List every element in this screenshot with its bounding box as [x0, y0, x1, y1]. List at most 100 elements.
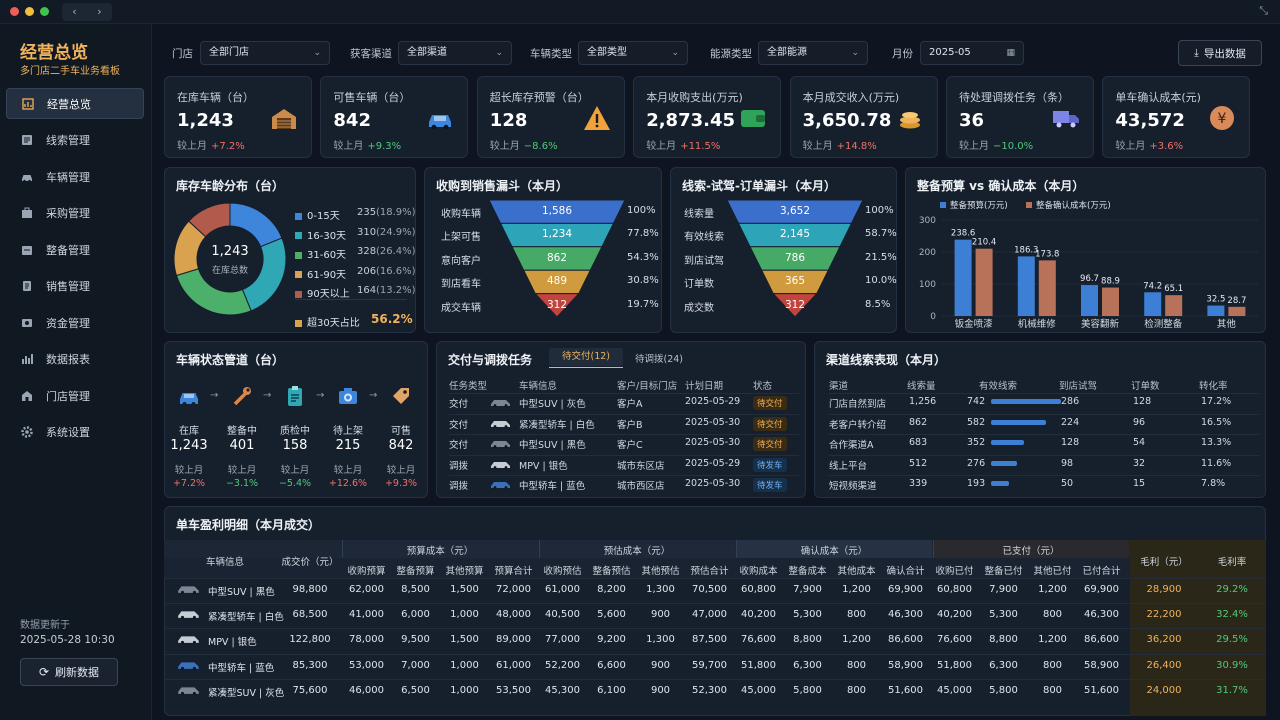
- bar-budget: [954, 239, 972, 316]
- table-cell: 800: [1042, 659, 1063, 671]
- funnel-stage-value: 312: [784, 298, 806, 311]
- forward-icon[interactable]: ›: [87, 3, 112, 21]
- dashboard-icon: [22, 97, 34, 110]
- chart-title: 整备预算 vs 确认成本（本月）: [917, 179, 1085, 193]
- sub-header: 预估合计: [690, 566, 729, 577]
- table-cell: 7,900: [989, 584, 1018, 595]
- kpi-card: 单车确认成本(元) 43,572 较上月 +3.6% ¥: [1102, 76, 1251, 158]
- finance-icon: [22, 318, 32, 327]
- sidebar-item-sales[interactable]: 销售管理: [6, 271, 144, 302]
- kpi-comparison: 较上月 +14.8%: [803, 137, 877, 152]
- window-titlebar: ‹ › ⤡: [0, 0, 1280, 24]
- sidebar-item-finance[interactable]: 资金管理: [6, 307, 144, 338]
- kpi-delta: +3.6%: [1149, 141, 1184, 152]
- kpi-delta: +9.3%: [367, 141, 402, 152]
- tab-pending-delivery[interactable]: 待交付(12): [549, 348, 623, 366]
- y-tick-label: 300: [919, 216, 936, 226]
- wrench-icon: [233, 387, 251, 406]
- legend-value: 164: [357, 285, 377, 296]
- kpi-delta: +7.2%: [211, 141, 245, 152]
- stage-delta: +7.2%: [172, 478, 206, 489]
- table-cell: 45,000: [741, 684, 776, 696]
- export-button[interactable]: ⤓ 导出数据: [1178, 40, 1262, 66]
- purchase-icon: [22, 207, 32, 218]
- table-cell: 86,600: [1084, 634, 1119, 646]
- table-cell: 52,200: [545, 659, 580, 671]
- table-cell: 中型SUV | 黑色: [519, 440, 586, 451]
- sidebar-item-purchase[interactable]: 采购管理: [6, 198, 144, 229]
- kpi-comparison: 较上月 −8.6%: [490, 137, 558, 152]
- x-tick-label: 美容翻新: [1081, 318, 1120, 330]
- table-cell: 1,000: [450, 659, 479, 671]
- status-badge-cell: 待发车: [753, 478, 787, 492]
- legend-value: 235: [357, 207, 377, 218]
- sidebar-item-store[interactable]: 门店管理: [6, 380, 144, 411]
- legend-label: 61-90天: [307, 269, 347, 281]
- energy-filter-select[interactable]: 全部能源 ⌄: [758, 41, 868, 65]
- channel-filter-select[interactable]: 全部渠道 ⌄: [398, 41, 512, 65]
- vehicle-name: 中型SUV | 黑色: [208, 587, 275, 598]
- bar-value-label: 96.7: [1080, 274, 1099, 284]
- bar-cost: [1165, 295, 1183, 316]
- legend-swatch: [295, 212, 302, 220]
- gross-margin: 30.9%: [1216, 659, 1248, 671]
- svg-text:¥: ¥: [1218, 111, 1227, 127]
- age-legend-item: 0-15天: [295, 207, 340, 222]
- sub-header: 整备预算: [396, 566, 435, 577]
- collapse-icon[interactable]: ⤡: [1259, 4, 1268, 18]
- legend-swatch: [295, 271, 302, 278]
- table-cell: 6,100: [597, 684, 626, 696]
- filter-bar: 门店 全部门店 ⌄ 获客渠道 全部渠道 ⌄ 车辆类型 全部类型 ⌄ 能源类型 全部能源…: [166, 40, 1262, 66]
- stage-label: 在库: [179, 426, 199, 437]
- funnel-stage-percent: 19.7%: [627, 298, 659, 310]
- sidebar-item-prep[interactable]: 整备管理: [6, 234, 144, 265]
- kpi-value: 2,873.45: [646, 110, 736, 131]
- sidebar-item-report[interactable]: 数据报表: [6, 344, 144, 375]
- table-cell: 6,000: [401, 609, 430, 621]
- sidebar-item-gear[interactable]: 系统设置: [6, 417, 144, 448]
- refresh-button[interactable]: ⟳ 刷新数据: [20, 658, 118, 686]
- type-filter-select[interactable]: 全部类型 ⌄: [578, 41, 688, 65]
- table-cell: 72,000: [496, 584, 531, 595]
- vehicle-header: 车辆信息: [205, 557, 244, 568]
- close-window-button[interactable]: [10, 7, 19, 16]
- task-table: 任务类型 车辆信息 客户/目标门店 计划日期 状态 交付 中型SUV | 灰色 客户A 2025…: [449, 376, 799, 496]
- sidebar-item-dashboard[interactable]: 经营总览: [6, 88, 144, 119]
- back-icon[interactable]: ‹: [62, 3, 87, 21]
- funnel-stage-label: 线索量: [684, 209, 714, 220]
- export-label: 导出数据: [1203, 47, 1246, 60]
- sub-header: 收购成本: [739, 566, 778, 577]
- minimize-window-button[interactable]: [25, 7, 34, 16]
- table-cell: 7,000: [401, 659, 430, 671]
- table-cell: 5,300: [989, 609, 1018, 621]
- funnel-stage-value: 365: [784, 275, 806, 288]
- table-row[interactable]: [829, 454, 1259, 475]
- kpi-value: 3,650.78: [802, 110, 892, 131]
- table-row[interactable]: [829, 475, 1259, 495]
- age-donut-chart: [173, 202, 287, 316]
- kpi-delta: −10.0%: [993, 141, 1034, 152]
- table-cell: 1,200: [1038, 584, 1067, 595]
- column-header: 任务类型: [449, 381, 488, 392]
- card-title: 线索-试驾-订单漏斗（本月）: [682, 179, 836, 193]
- sidebar-item-leads[interactable]: 线索管理: [6, 125, 144, 156]
- gross-margin: 31.7%: [1216, 684, 1248, 696]
- inventory-age-card: 库存车龄分布（台） 1,243 在库总数 超30天占比 56.2% 0-15天 2…: [164, 167, 416, 333]
- table-cell: 41,000: [349, 609, 384, 621]
- status-badge: 待发车: [753, 457, 787, 472]
- maximize-window-button[interactable]: [40, 7, 49, 16]
- energy-filter-value: 全部能源: [767, 47, 807, 58]
- tab-pending-transfer[interactable]: 待调拨(24): [635, 351, 683, 365]
- sidebar-item-car[interactable]: 车辆管理: [6, 161, 144, 192]
- store-filter-value: 全部门店: [209, 47, 249, 58]
- table-cell: 交付: [449, 399, 469, 410]
- table-row[interactable]: [829, 434, 1259, 454]
- funnel-stage-value: 3,652: [779, 205, 811, 217]
- bar-cost: [975, 248, 993, 316]
- store-filter-select[interactable]: 全部门店 ⌄: [200, 41, 330, 65]
- kpi-card: 本月成交收入(万元) 3,650.78 较上月 +14.8%: [789, 76, 938, 158]
- age-legend-item: 90天以上: [295, 285, 350, 300]
- stage-label: 质检中: [280, 426, 310, 437]
- car-thumbnail-icon: [491, 420, 510, 428]
- month-picker[interactable]: 2025-05 ▦: [920, 41, 1024, 65]
